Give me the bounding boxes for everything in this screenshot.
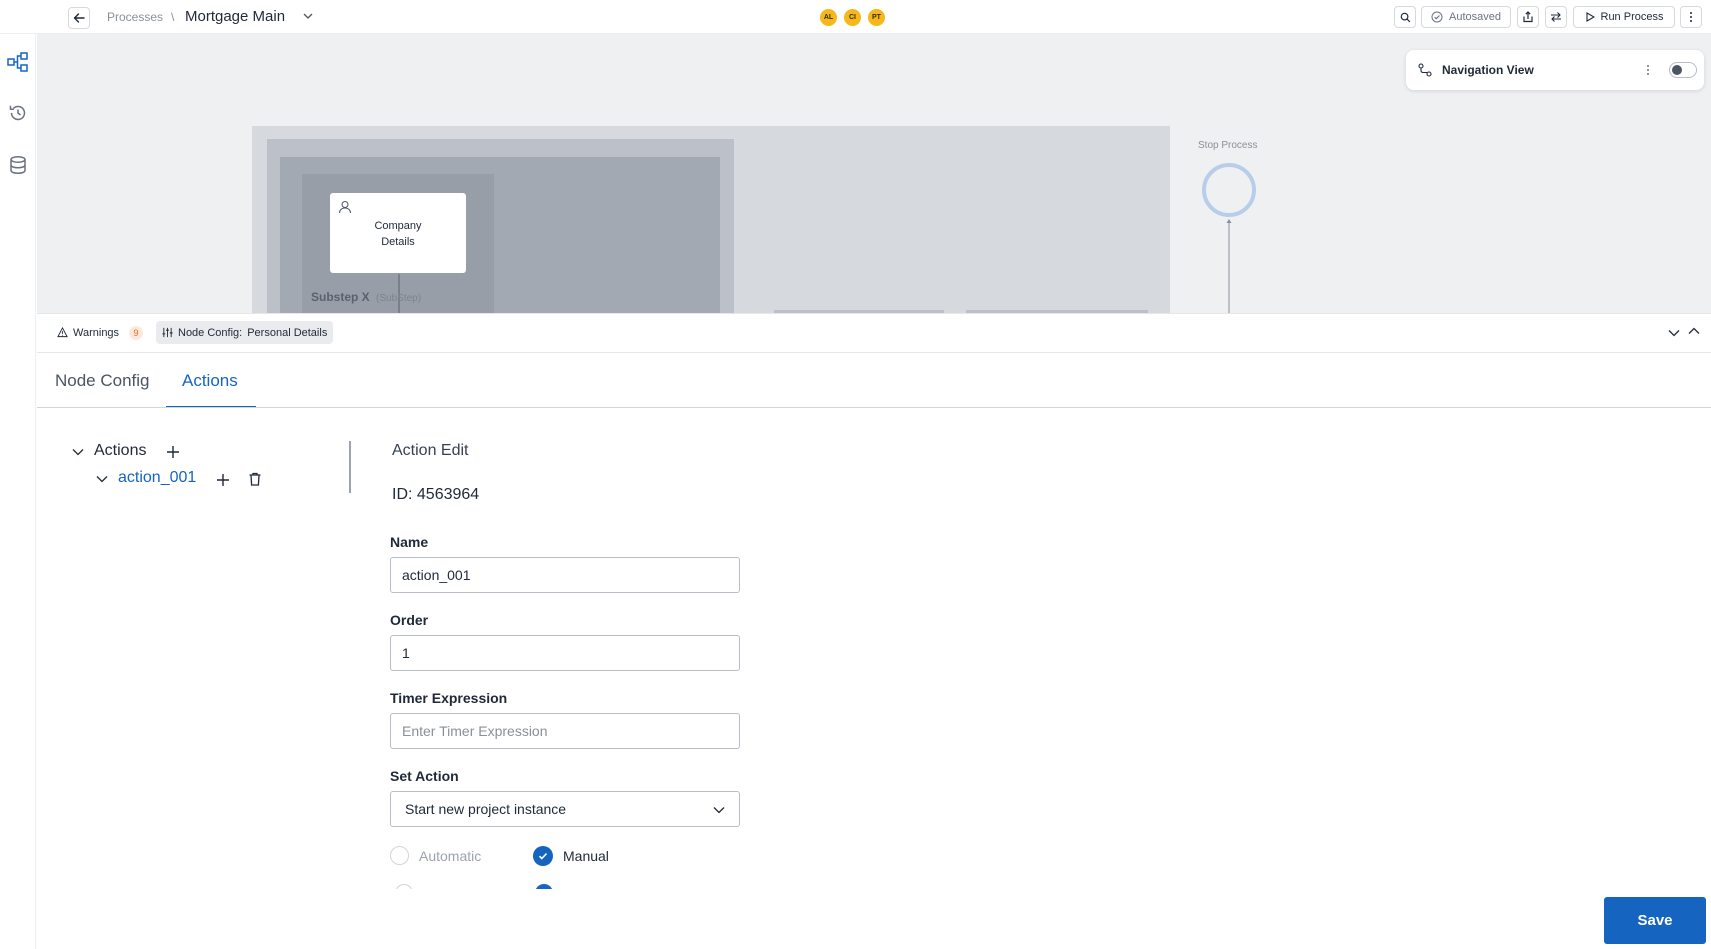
sidebar-item-history[interactable] <box>5 100 31 126</box>
process-canvas[interactable]: Company Details Substep X (SubStep) Stop… <box>37 34 1711 313</box>
warnings-count-badge: 9 <box>129 325 144 340</box>
search-icon <box>1400 12 1410 22</box>
chevron-down-icon <box>713 807 725 814</box>
tab-node-config[interactable]: Node Config <box>55 371 150 391</box>
config-panel: Warnings 9 Node Config: Personal Details… <box>37 313 1711 949</box>
search-button[interactable] <box>1394 6 1416 28</box>
check-circle-icon <box>1431 11 1443 23</box>
swap-icon <box>1551 12 1561 22</box>
tabs-divider <box>37 407 1711 408</box>
collaborator-avatars: AL CI PT <box>820 9 885 26</box>
navigation-view-label: Navigation View <box>1442 63 1534 77</box>
add-action-icon[interactable] <box>166 445 180 459</box>
radio-automatic-label: Automatic <box>419 847 482 864</box>
tree-root-label[interactable]: Actions <box>94 442 146 460</box>
add-subaction-icon[interactable] <box>216 473 230 487</box>
warnings-chip[interactable]: Warnings 9 <box>51 321 149 344</box>
chevron-down-icon[interactable] <box>302 10 314 22</box>
radio-manual-label: Manual <box>563 848 609 864</box>
arrow-head-icon <box>1226 219 1232 223</box>
stop-process-node <box>1202 163 1256 217</box>
share-button[interactable] <box>1517 6 1539 28</box>
chevron-down-icon[interactable] <box>95 472 109 486</box>
order-input[interactable] <box>390 635 740 671</box>
panel-header-divider <box>37 352 1711 353</box>
run-process-button[interactable]: Run Process <box>1573 6 1675 28</box>
node-company-details[interactable]: Company Details <box>330 193 466 273</box>
user-icon <box>339 201 351 214</box>
substep-title: Substep X <box>311 290 370 304</box>
action-id-text: ID: 4563964 <box>392 486 480 503</box>
page-title: Mortgage Main <box>185 8 286 25</box>
left-sidebar <box>0 34 36 949</box>
more-menu-button[interactable] <box>1680 6 1702 28</box>
radio-circle <box>395 884 413 889</box>
play-icon <box>1585 12 1595 22</box>
process-tree-icon <box>7 52 28 72</box>
arrow-left-icon <box>73 13 85 23</box>
node-config-chip[interactable]: Node Config: Personal Details <box>156 321 334 344</box>
database-icon <box>10 155 26 175</box>
radio-circle <box>390 846 409 865</box>
substep-tag: (SubStep) <box>376 293 422 304</box>
warnings-label: Warnings <box>73 326 120 339</box>
tree-divider <box>349 441 351 493</box>
substep-label-row: Substep X (SubStep) <box>311 290 421 304</box>
warning-icon <box>57 327 68 338</box>
node-label-line: Details <box>381 236 415 248</box>
back-button[interactable] <box>68 7 90 29</box>
save-button[interactable]: Save <box>1604 897 1706 944</box>
chevron-up-icon[interactable] <box>1687 324 1701 338</box>
action-edit-heading: Action Edit <box>392 442 469 459</box>
name-input[interactable] <box>390 557 740 593</box>
timer-expression-label: Timer Expression <box>390 690 508 706</box>
toggle-knob <box>1672 65 1682 75</box>
more-vertical-icon <box>1690 12 1692 22</box>
order-label: Order <box>390 612 429 628</box>
sidebar-item-data[interactable] <box>5 152 31 178</box>
set-action-label: Set Action <box>390 768 459 784</box>
node-config-name: Personal Details <box>247 326 328 339</box>
tab-actions[interactable]: Actions <box>182 371 238 391</box>
run-process-label: Run Process <box>1600 11 1664 23</box>
avatar[interactable]: AL <box>820 9 837 26</box>
stop-process-label: Stop Process <box>1198 140 1258 151</box>
timer-expression-input[interactable] <box>390 713 740 749</box>
sliders-icon <box>162 327 173 338</box>
history-icon <box>9 105 26 121</box>
autosaved-status: Autosaved <box>1421 6 1511 28</box>
sidebar-item-process[interactable] <box>5 49 31 75</box>
more-vertical-icon[interactable] <box>1646 64 1650 76</box>
share-icon <box>1523 11 1533 23</box>
avatar[interactable]: PT <box>868 9 885 26</box>
trash-icon[interactable] <box>248 472 262 486</box>
node-config-prefix: Node Config: <box>178 326 243 339</box>
swap-button[interactable] <box>1545 6 1567 28</box>
name-label: Name <box>390 534 429 550</box>
breadcrumb-separator: \ <box>171 10 175 24</box>
radio-circle <box>535 884 553 889</box>
node-label-line: Company <box>374 220 422 232</box>
route-icon <box>1418 63 1432 77</box>
tree-item-action[interactable]: action_001 <box>118 469 196 487</box>
top-bar: Processes \ Mortgage Main AL CI PT Autos… <box>0 0 1711 34</box>
navigation-view-toggle[interactable] <box>1669 62 1697 78</box>
chevron-down-icon[interactable] <box>1667 326 1681 340</box>
breadcrumb-processes[interactable]: Processes <box>107 10 163 24</box>
avatar[interactable]: CI <box>844 9 861 26</box>
navigation-view-card: Navigation View <box>1406 50 1704 90</box>
set-action-select[interactable]: Start new project instance <box>390 791 740 827</box>
set-action-value: Start new project instance <box>405 801 567 817</box>
radio-automatic[interactable]: Automatic <box>390 846 481 865</box>
node-label: Company Details <box>330 218 466 250</box>
chevron-down-icon[interactable] <box>71 445 85 459</box>
form-row-clipped <box>390 884 790 889</box>
check-circle-icon <box>533 846 553 866</box>
radio-manual[interactable]: Manual <box>533 846 609 866</box>
autosaved-label: Autosaved <box>1449 11 1501 23</box>
